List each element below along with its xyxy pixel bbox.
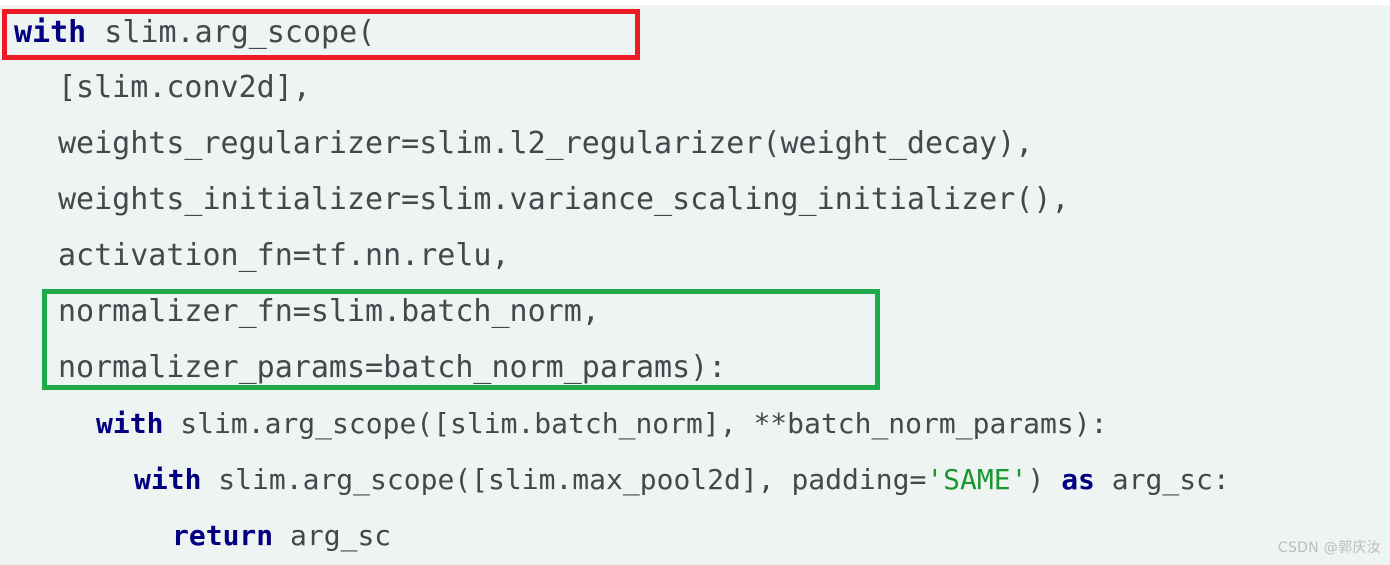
code-line-10: return arg_sc bbox=[172, 522, 391, 550]
keyword-as: as bbox=[1061, 463, 1095, 496]
code-line-9-part-a: slim.arg_scope([slim.max_pool2d], paddin… bbox=[201, 463, 927, 496]
code-line-3: weights_regularizer=slim.l2_regularizer(… bbox=[58, 126, 1034, 161]
red-annotation-box bbox=[2, 9, 640, 60]
keyword-with: with bbox=[134, 463, 202, 496]
code-line-4: weights_initializer=slim.variance_scalin… bbox=[58, 182, 1070, 217]
watermark-label: CSDN @郭庆汝 bbox=[1277, 540, 1381, 556]
string-literal-same: 'SAME' bbox=[926, 463, 1028, 496]
screenshot-root: with slim.arg_scope( [slim.conv2d], weig… bbox=[0, 0, 1390, 565]
code-line-9-part-b: ) bbox=[1027, 463, 1062, 496]
code-line-9: with slim.arg_scope([slim.max_pool2d], p… bbox=[134, 466, 1230, 494]
code-line-8-rest: slim.arg_scope([slim.batch_norm], **batc… bbox=[163, 407, 1108, 440]
keyword-return: return bbox=[172, 519, 274, 552]
code-line-5: activation_fn=tf.nn.relu, bbox=[58, 238, 510, 273]
green-annotation-box bbox=[42, 289, 880, 390]
keyword-with: with bbox=[96, 407, 164, 440]
code-line-8: with slim.arg_scope([slim.batch_norm], *… bbox=[96, 410, 1107, 438]
code-line-2: [slim.conv2d], bbox=[58, 70, 311, 105]
code-line-10-rest: arg_sc bbox=[273, 519, 392, 552]
code-block: with slim.arg_scope( [slim.conv2d], weig… bbox=[0, 5, 1390, 565]
code-line-9-part-c: arg_sc: bbox=[1094, 463, 1230, 496]
